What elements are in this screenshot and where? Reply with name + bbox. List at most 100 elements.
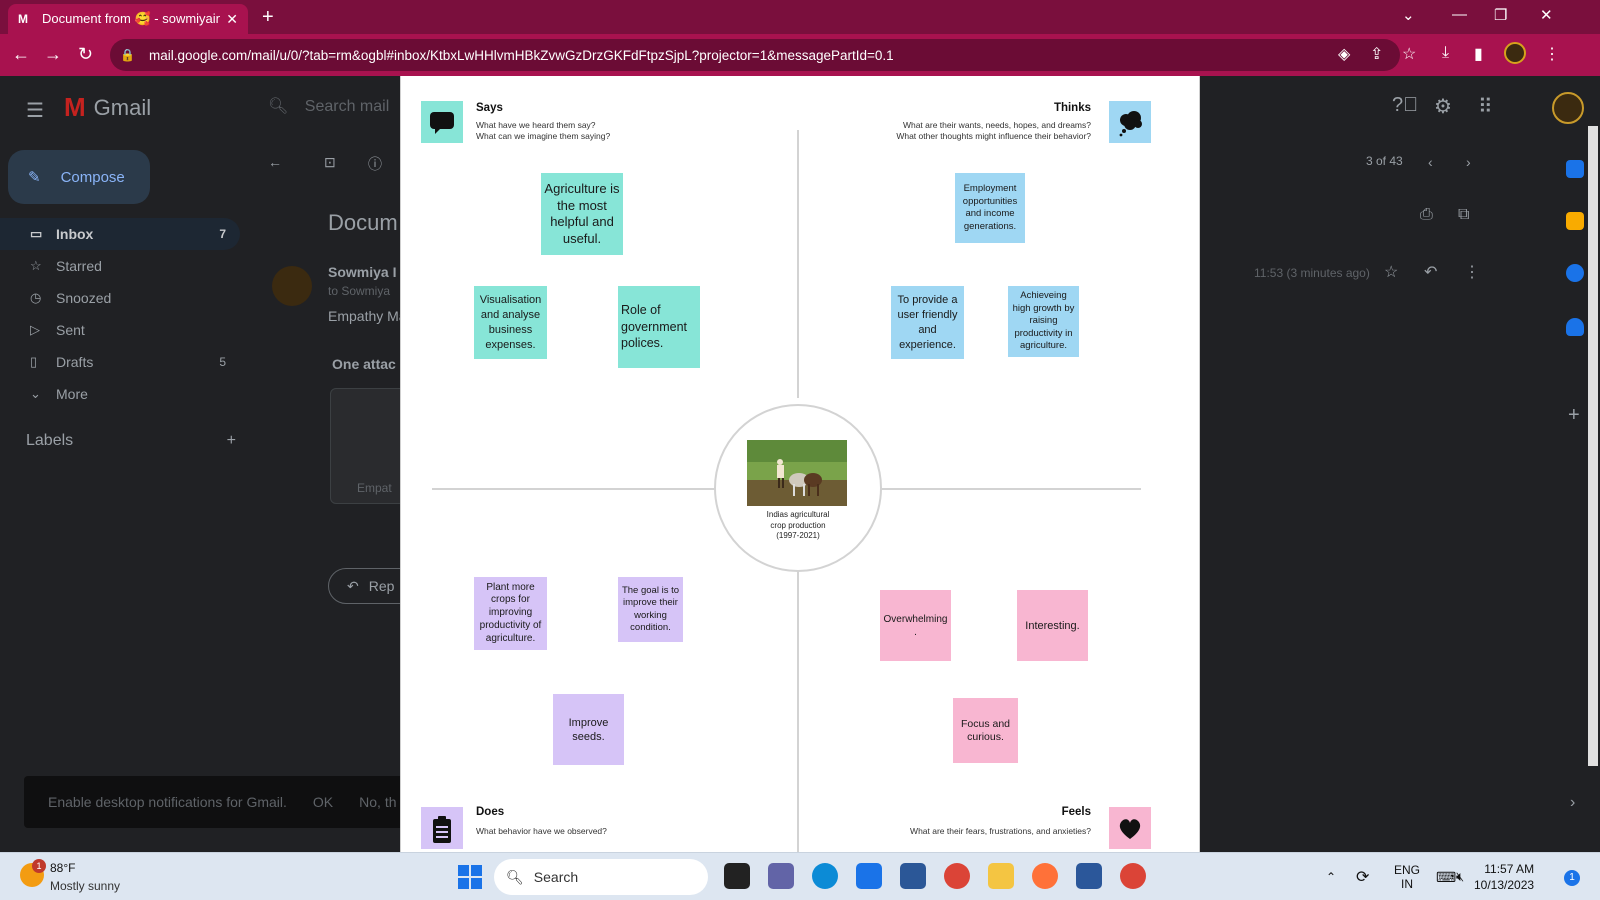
axis-vertical-top bbox=[797, 130, 799, 398]
chrome-profile-icon[interactable] bbox=[1120, 863, 1146, 889]
scrollbar[interactable] bbox=[1588, 126, 1598, 766]
minimize-icon[interactable]: — bbox=[1452, 6, 1467, 23]
share-icon[interactable]: ⇪ bbox=[1370, 44, 1383, 64]
address-bar[interactable]: 🔒 mail.google.com/mail/u/0/?tab=rm&ogbl#… bbox=[110, 39, 1400, 71]
nav-item-snoozed[interactable]: ◷ Snoozed bbox=[0, 282, 240, 314]
store-icon[interactable] bbox=[900, 863, 926, 889]
lens-icon[interactable]: ◈ bbox=[1338, 44, 1350, 64]
browser-tab[interactable]: M Document from 🥰 - sowmiyain ✕ bbox=[8, 4, 248, 34]
language-indicator[interactable]: ENG IN bbox=[1394, 853, 1420, 900]
calendar-icon[interactable] bbox=[1566, 160, 1584, 178]
newer-icon[interactable]: ‹ bbox=[1428, 154, 1433, 170]
sticky-note-says-1[interactable]: Agriculture is the most helpful and usef… bbox=[541, 173, 623, 255]
back-icon[interactable]: ← bbox=[12, 44, 30, 65]
windows-start-icon[interactable] bbox=[458, 865, 482, 889]
close-tab-icon[interactable]: ✕ bbox=[226, 11, 238, 28]
nav-item-drafts[interactable]: ▯ Drafts 5 bbox=[0, 346, 240, 378]
add-label-icon[interactable]: + bbox=[227, 432, 236, 450]
tray-chevron-icon[interactable]: ⌃ bbox=[1326, 853, 1336, 900]
more-options-icon[interactable]: ⋮ bbox=[1464, 262, 1480, 282]
system-clock[interactable]: 11:57 AM 10/13/2023 bbox=[1474, 861, 1534, 893]
search-input[interactable]: 🔍︎ Search mail bbox=[268, 96, 389, 116]
firefox-icon[interactable] bbox=[1032, 863, 1058, 889]
sticky-note-feels-1[interactable]: Overwhelming . bbox=[880, 590, 951, 661]
sender-name: Sowmiya I bbox=[328, 264, 397, 280]
sticky-note-feels-3[interactable]: Focus and curious. bbox=[953, 698, 1018, 763]
sticky-note-feels-2[interactable]: Interesting. bbox=[1017, 590, 1088, 661]
bookmark-star-icon[interactable]: ☆ bbox=[1402, 44, 1416, 64]
volume-muted-icon[interactable]: 🔇︎ bbox=[1456, 853, 1464, 900]
email-subject: Docum bbox=[328, 210, 398, 235]
notification-ok-button[interactable]: OK bbox=[313, 794, 333, 810]
windows-taskbar: 1 88°F Mostly sunny 🔍︎ Search ⌃ ⟳ ENG IN… bbox=[0, 852, 1600, 900]
reload-icon[interactable]: ↻ bbox=[78, 44, 93, 65]
download-icon[interactable]: ⤓ bbox=[1442, 44, 1449, 62]
word-icon[interactable] bbox=[1076, 863, 1102, 889]
gear-icon[interactable]: ⚙ bbox=[1434, 94, 1452, 119]
nav-item-inbox[interactable]: ▭ Inbox 7 bbox=[0, 218, 240, 250]
sticky-note-thinks-3[interactable]: Achieveing high growth by raising produc… bbox=[1008, 286, 1079, 357]
new-tab-icon[interactable]: + bbox=[262, 6, 274, 29]
tab-search-chevron-icon[interactable]: ⌄ bbox=[1402, 6, 1415, 24]
gmail-m-icon: M bbox=[64, 92, 86, 122]
tasks-icon[interactable] bbox=[1566, 264, 1584, 282]
side-panel-icon[interactable]: ▮ bbox=[1474, 44, 1483, 64]
notification-count-badge[interactable]: 1 bbox=[1564, 870, 1580, 886]
taskbar-search[interactable]: 🔍︎ Search bbox=[494, 859, 708, 895]
profile-avatar[interactable] bbox=[1504, 42, 1526, 64]
archive-icon[interactable]: ⊡ bbox=[324, 154, 336, 171]
mail-icon[interactable] bbox=[856, 863, 882, 889]
hamburger-menu-icon[interactable]: ☰ bbox=[26, 98, 44, 123]
tab-title: Document from 🥰 - sowmiyain bbox=[42, 11, 221, 26]
browser-titlebar: M Document from 🥰 - sowmiyain ✕ + ⌄ — ❐ … bbox=[0, 0, 1600, 34]
expand-panel-icon[interactable]: › bbox=[1570, 794, 1575, 812]
contacts-icon[interactable] bbox=[1566, 318, 1584, 336]
sticky-note-does-3[interactable]: Improve seeds. bbox=[553, 694, 624, 765]
teams-icon[interactable] bbox=[768, 863, 794, 889]
reply-arrow-icon[interactable]: ↶ bbox=[1424, 262, 1437, 282]
account-avatar[interactable] bbox=[1552, 92, 1584, 124]
window-close-icon[interactable]: ✕ bbox=[1540, 6, 1553, 24]
file-explorer-icon[interactable] bbox=[988, 863, 1014, 889]
search-placeholder: Search mail bbox=[304, 98, 390, 115]
restore-icon[interactable]: ❐ bbox=[1494, 6, 1507, 24]
older-icon[interactable]: › bbox=[1466, 154, 1471, 170]
sender-avatar bbox=[272, 266, 312, 306]
gmail-logo[interactable]: M Gmail bbox=[64, 92, 151, 123]
report-spam-icon[interactable]: ⓘ bbox=[368, 154, 382, 174]
star-message-icon[interactable]: ☆ bbox=[1384, 262, 1398, 282]
farmer-ploughing-photo bbox=[747, 440, 847, 506]
notification-no-button[interactable]: No, th bbox=[359, 794, 396, 810]
back-to-inbox-icon[interactable]: ← bbox=[268, 154, 282, 170]
sync-icon[interactable]: ⟳ bbox=[1356, 853, 1369, 900]
keep-icon[interactable] bbox=[1566, 212, 1584, 230]
add-addon-icon[interactable]: + bbox=[1568, 404, 1580, 427]
forward-icon[interactable]: → bbox=[44, 44, 62, 65]
sticky-note-does-2[interactable]: The goal is to improve their working con… bbox=[618, 577, 683, 642]
open-new-window-icon[interactable]: ⧉ bbox=[1458, 206, 1469, 224]
attachment-thumbnail[interactable]: Empat bbox=[330, 388, 406, 504]
help-icon[interactable]: ?⃝ bbox=[1392, 94, 1418, 117]
edge-icon[interactable] bbox=[812, 863, 838, 889]
sticky-note-says-3[interactable]: Role of government polices. bbox=[618, 286, 700, 368]
compose-button[interactable]: ✎ Compose bbox=[8, 150, 150, 204]
inbox-icon: ▭ bbox=[30, 226, 43, 241]
feels-title: Feels bbox=[1061, 806, 1091, 818]
nav-item-sent[interactable]: ▷ Sent bbox=[0, 314, 240, 346]
sticky-note-says-2[interactable]: Visualisation and analyse business expen… bbox=[474, 286, 547, 359]
attachment-name: Empat bbox=[357, 481, 392, 495]
nav-item-more[interactable]: ⌄ More bbox=[0, 378, 240, 410]
chrome-icon[interactable] bbox=[944, 863, 970, 889]
task-view-icon[interactable] bbox=[724, 863, 750, 889]
sticky-note-thinks-1[interactable]: Employment opportunities and income gene… bbox=[955, 173, 1025, 243]
nav-item-starred[interactable]: ☆ Starred bbox=[0, 250, 240, 282]
sticky-note-does-1[interactable]: Plant more crops for improving productiv… bbox=[474, 577, 547, 650]
print-icon[interactable]: ⎙ bbox=[1420, 206, 1433, 224]
center-caption: Indias agricultural crop production (199… bbox=[766, 510, 830, 540]
network-icon[interactable]: ⌨ bbox=[1436, 853, 1456, 900]
sticky-note-thinks-2[interactable]: To provide a user friendly and experienc… bbox=[891, 286, 964, 359]
apps-grid-icon[interactable]: ⠿ bbox=[1478, 94, 1493, 119]
axis-horizontal-right bbox=[881, 488, 1141, 490]
search-icon: 🔍︎ bbox=[268, 98, 289, 115]
browser-menu-icon[interactable]: ⋮ bbox=[1544, 44, 1560, 64]
